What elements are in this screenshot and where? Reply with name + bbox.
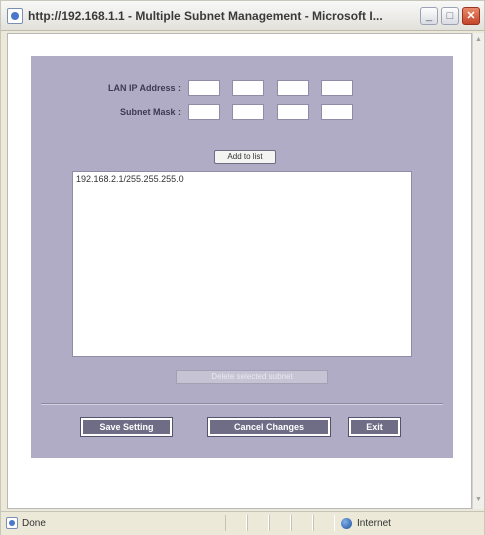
status-segment [247,515,269,531]
subnet-mask-octet-2-input[interactable] [232,104,264,120]
page-status-icon [6,517,18,529]
title-bar[interactable]: http://192.168.1.1 - Multiple Subnet Man… [1,1,484,31]
subnet-mask-octet-4-input[interactable] [321,104,353,120]
delete-selected-subnet-button: Delete selected subnet [176,370,328,384]
lan-ip-label: LAN IP Address : [107,83,181,93]
close-button[interactable]: ✕ [462,7,480,25]
subnet-mask-octet-3-input[interactable] [277,104,309,120]
subnet-panel: LAN IP Address : Subnet Mask : Add to li… [31,56,453,458]
status-segment [313,515,335,531]
add-to-list-button[interactable]: Add to list [214,150,276,164]
subnet-mask-octet-1-input[interactable] [188,104,220,120]
status-segment [225,515,247,531]
scroll-up-icon[interactable]: ▲ [474,35,483,44]
scroll-down-icon[interactable]: ▼ [474,495,483,504]
internet-zone-icon [341,518,352,529]
status-text: Done [22,518,46,529]
save-setting-button[interactable]: Save Setting [80,417,173,437]
status-segment [269,515,291,531]
subnet-listbox[interactable]: 192.168.2.1/255.255.255.0 [72,171,412,357]
ie-page-icon [7,7,23,24]
window-controls: _ □ ✕ [420,7,480,25]
security-zone-label: Internet [357,518,391,529]
page-content: LAN IP Address : Subnet Mask : Add to li… [7,33,472,509]
browser-window: http://192.168.1.1 - Multiple Subnet Man… [0,0,485,535]
lan-ip-octet-4-input[interactable] [321,80,353,96]
lan-ip-octet-1-input[interactable] [188,80,220,96]
section-divider [41,403,443,405]
maximize-button[interactable]: □ [441,7,459,25]
status-segment [291,515,313,531]
window-title: http://192.168.1.1 - Multiple Subnet Man… [28,8,383,23]
vertical-scrollbar[interactable]: ▲ ▼ [472,33,484,509]
lan-ip-octet-2-input[interactable] [232,80,264,96]
subnet-mask-label: Subnet Mask : [119,107,181,117]
lan-ip-octet-3-input[interactable] [277,80,309,96]
minimize-button[interactable]: _ [420,7,438,25]
exit-button[interactable]: Exit [348,417,401,437]
status-bar: Done Internet [1,511,484,535]
subnet-list-item[interactable]: 192.168.2.1/255.255.255.0 [73,172,411,186]
cancel-changes-button[interactable]: Cancel Changes [207,417,331,437]
